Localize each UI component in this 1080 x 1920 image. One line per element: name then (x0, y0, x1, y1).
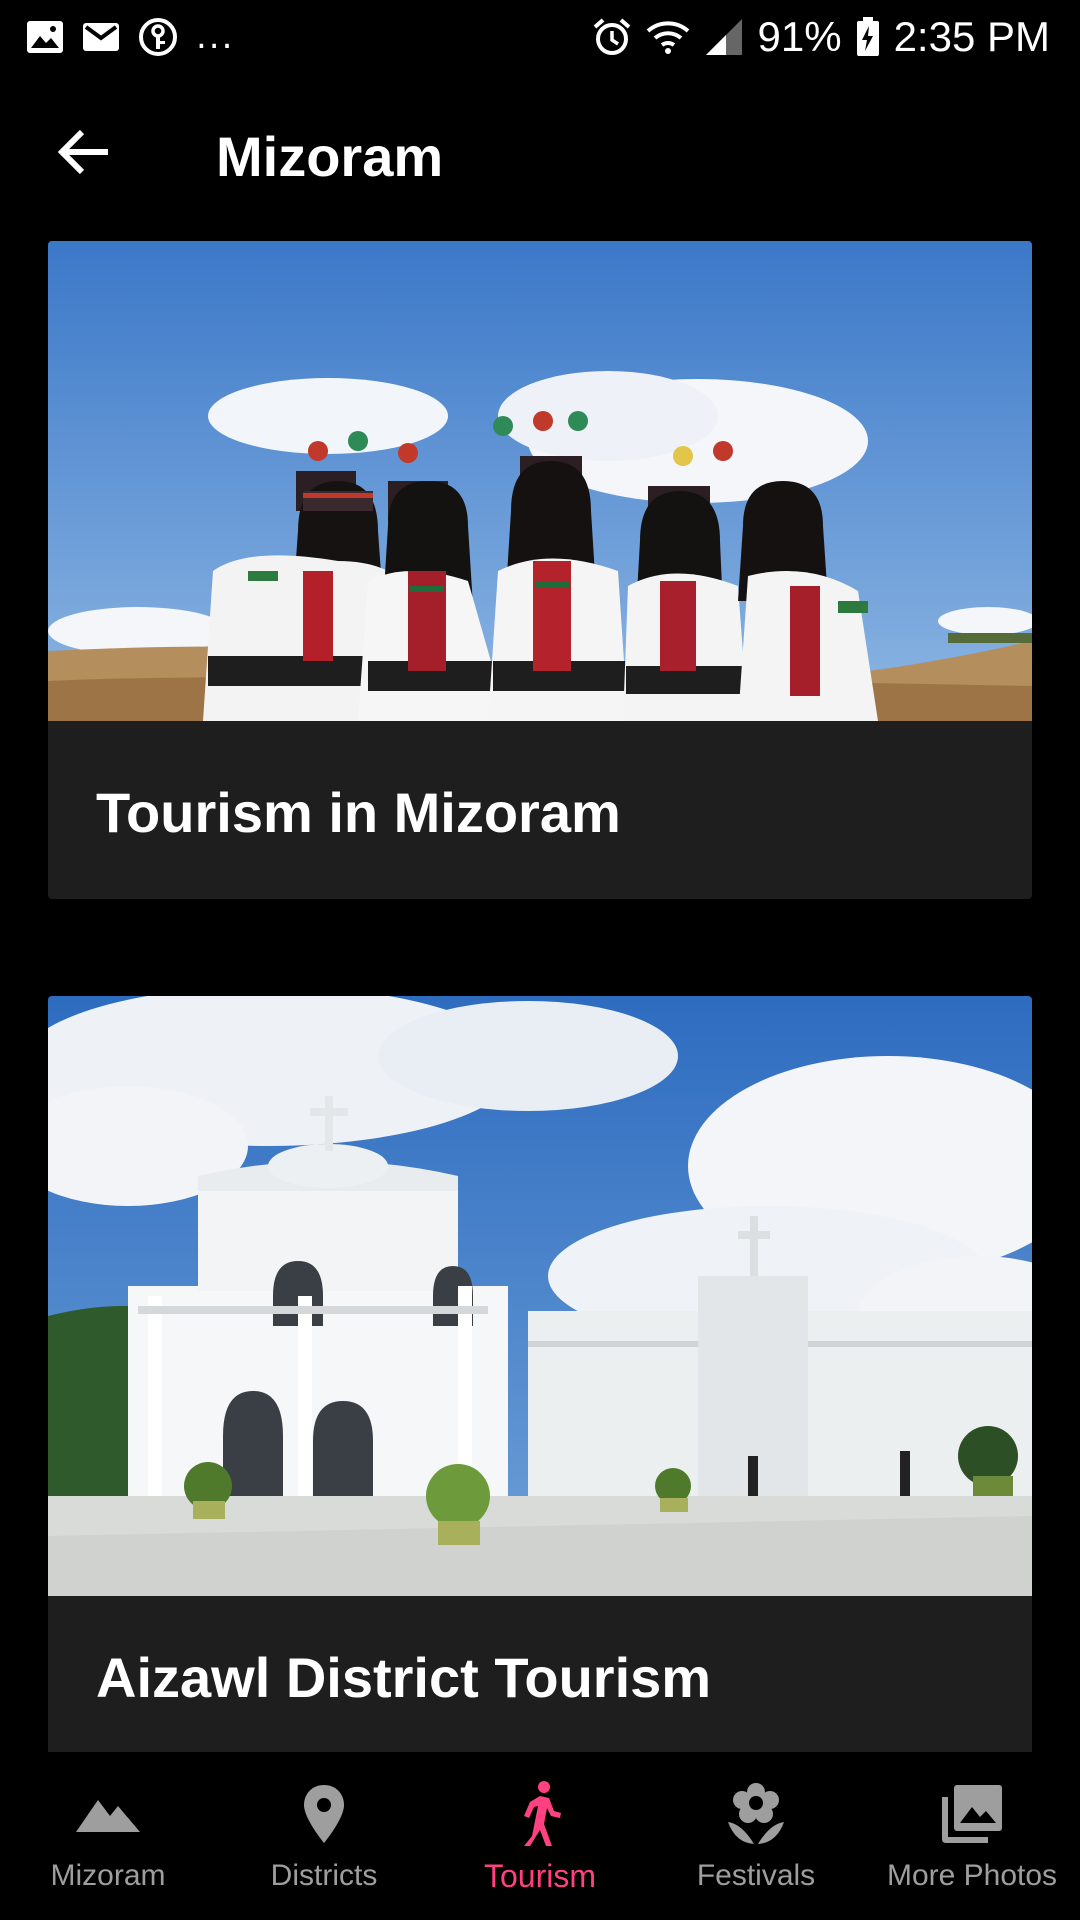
nav-item-festivals[interactable]: Festivals (648, 1752, 864, 1920)
app-bar: Mizoram (0, 74, 1080, 238)
nav-label: Festivals (696, 1859, 816, 1892)
nav-label: Tourism (483, 1858, 596, 1894)
nav-label: Mizoram (50, 1859, 166, 1892)
bottom-navigation: Mizoram Districts Tourism Festivals More… (0, 1752, 1080, 1920)
tourism-card[interactable]: Aizawl District Tourism (48, 996, 1032, 1752)
gmail-icon (82, 22, 120, 52)
status-bar-notifications: ... (26, 17, 234, 57)
card-image (48, 996, 1032, 1596)
battery-charging-icon (856, 17, 880, 57)
status-bar: ... 91% 2:35 PM (0, 0, 1080, 74)
more-notifications-indicator: ... (196, 17, 235, 57)
white-church-photo (48, 996, 1032, 1596)
photo-library-icon (936, 1778, 1008, 1850)
flower-icon (720, 1778, 792, 1850)
nav-item-mizoram[interactable]: Mizoram (0, 1752, 216, 1920)
wifi-icon (646, 19, 690, 55)
clock: 2:35 PM (893, 13, 1050, 60)
nav-label: Districts (270, 1859, 378, 1892)
gallery-icon (26, 20, 64, 54)
card-image (48, 241, 1032, 721)
nav-item-tourism[interactable]: Tourism (432, 1752, 648, 1920)
women-in-traditional-dress-photo (48, 241, 1032, 721)
vpn-key-icon (138, 17, 178, 57)
status-bar-system: 91% 2:35 PM (592, 10, 1050, 64)
tourism-card-list[interactable]: Tourism in Mizoram Aizawl District Touri… (0, 238, 1080, 1752)
card-title: Aizawl District Tourism (96, 1646, 712, 1709)
tourism-card[interactable]: Tourism in Mizoram (48, 241, 1032, 899)
arrow-back-icon (56, 128, 112, 180)
mountain-icon (72, 1778, 144, 1850)
page-title: Mizoram (216, 125, 444, 188)
battery-percentage: 91% (757, 13, 842, 60)
alarm-icon (592, 17, 632, 57)
nav-item-more-photos[interactable]: More Photos (864, 1752, 1080, 1920)
walking-person-icon (504, 1778, 576, 1850)
location-pin-icon (288, 1778, 360, 1850)
back-button[interactable] (44, 114, 124, 194)
nav-item-districts[interactable]: Districts (216, 1752, 432, 1920)
card-title: Tourism in Mizoram (96, 781, 621, 844)
nav-label: More Photos (886, 1859, 1058, 1892)
cell-signal-icon (704, 17, 744, 57)
